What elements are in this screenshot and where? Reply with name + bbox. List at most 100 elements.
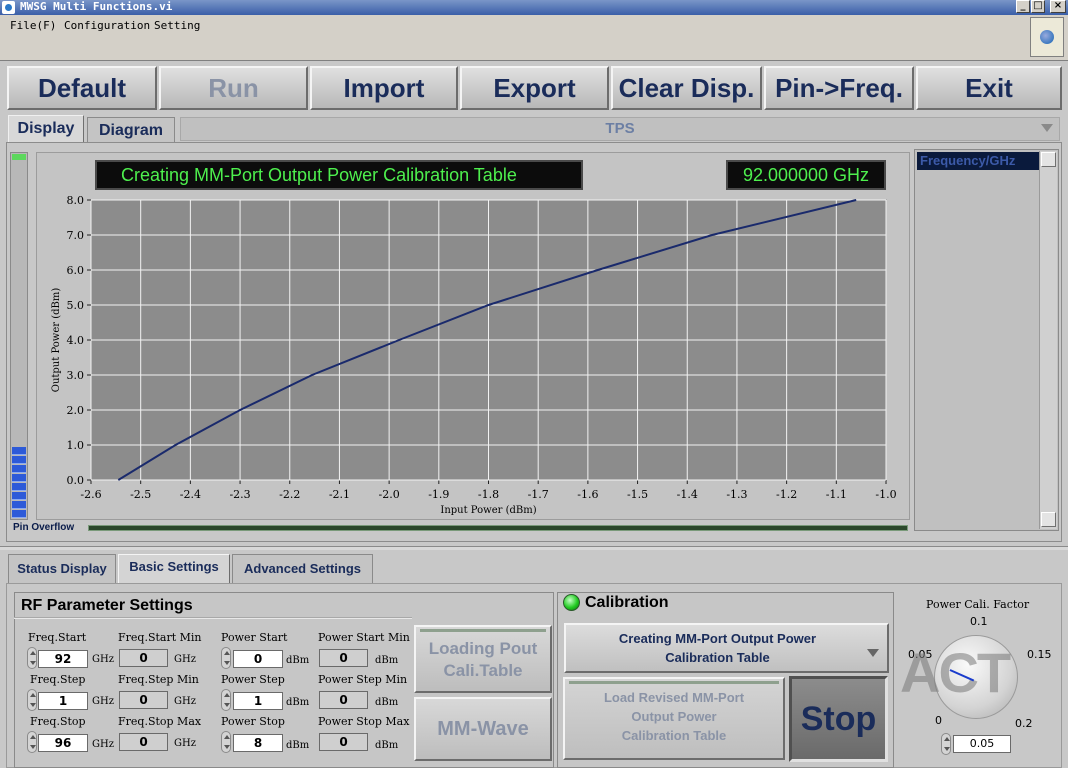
power-step-min-value: 0 [319, 691, 368, 709]
power-start-min-unit: dBm [375, 655, 399, 666]
button-indicator [420, 629, 546, 632]
load-btn-line1: Load Revised MM-Port [603, 690, 745, 705]
freq-start-unit: GHz [92, 654, 114, 665]
y-tick-label: 1.0 [67, 439, 85, 452]
power-step-input[interactable]: 1 [233, 692, 283, 710]
y-axis-label: Output Power (dBm) [51, 288, 62, 393]
freq-step-input[interactable]: 1 [38, 692, 88, 710]
freq-step-stepper[interactable] [27, 689, 37, 711]
tab-status-display[interactable]: Status Display [8, 554, 116, 584]
x-tick-label: -1.4 [677, 488, 698, 501]
tab-basic-settings[interactable]: Basic Settings [118, 554, 230, 584]
load-revised-calibration-button[interactable]: Load Revised MM-Port Output Power Calibr… [563, 677, 785, 760]
scroll-up-button[interactable] [1041, 152, 1056, 167]
power-start-label: Power Start [221, 631, 288, 644]
status-display: Creating MM-Port Output Power Calibratio… [95, 160, 583, 190]
tps-dropdown[interactable]: TPS [180, 117, 1060, 141]
freq-start-min-value: 0 [119, 649, 168, 667]
power-step-label: Power Step [221, 673, 285, 686]
y-tick-label: 8.0 [67, 194, 85, 207]
power-start-input[interactable]: 0 [233, 650, 283, 668]
scroll-down-button[interactable] [1041, 512, 1056, 527]
power-stop-stepper[interactable] [221, 731, 231, 753]
x-tick-label: -2.4 [180, 488, 201, 501]
close-button[interactable]: × [1050, 0, 1066, 13]
meter-indicator [12, 154, 26, 160]
freq-start-stepper[interactable] [27, 647, 37, 669]
power-stop-max-label: Power Stop Max [318, 715, 410, 728]
power-stop-max-value: 0 [319, 733, 368, 751]
tab-diagram[interactable]: Diagram [87, 117, 175, 145]
x-tick-label: -2.3 [229, 488, 250, 501]
freq-start-min-unit: GHz [174, 654, 196, 665]
power-start-min-label: Power Start Min [318, 631, 410, 644]
menu-bar: File(F) Configuration Setting [0, 15, 1068, 61]
power-stop-input[interactable]: 8 [233, 734, 283, 752]
calibration-mode-line2: Calibration Table [665, 650, 770, 665]
clear-display-button[interactable]: Clear Disp. [611, 66, 762, 110]
frequency-display: 92.000000 GHz [726, 160, 886, 190]
meter-segment [12, 492, 26, 500]
x-tick-label: -1.2 [776, 488, 797, 501]
y-tick-label: 3.0 [67, 369, 85, 382]
rf-title-divider [14, 617, 412, 619]
meter-segment [12, 474, 26, 482]
window-title: MWSG Multi Functions.vi [20, 0, 173, 13]
stop-button[interactable]: Stop [789, 676, 888, 762]
splitter[interactable] [0, 546, 1068, 550]
loading-btn-line2: Cali.Table [443, 661, 523, 680]
export-button[interactable]: Export [460, 66, 609, 110]
freq-step-min-unit: GHz [174, 696, 196, 707]
load-btn-line2: Output Power [631, 709, 717, 724]
frequency-list[interactable]: Frequency/GHz [914, 149, 1059, 531]
freq-stop-stepper[interactable] [27, 731, 37, 753]
calibration-mode-line1: Creating MM-Port Output Power [618, 631, 817, 646]
mm-wave-button[interactable]: MM-Wave [414, 697, 552, 761]
menu-file[interactable]: File(F) [10, 19, 56, 32]
x-tick-label: -1.1 [826, 488, 847, 501]
y-tick-label: 4.0 [67, 334, 85, 347]
meter-segment [12, 501, 26, 509]
freq-stop-unit: GHz [92, 739, 114, 750]
freq-start-label: Freq.Start [28, 631, 87, 644]
pin-freq-button[interactable]: Pin->Freq. [764, 66, 914, 110]
freq-stop-max-unit: GHz [174, 738, 196, 749]
minimize-button[interactable]: _ [1016, 0, 1030, 13]
loading-pout-cali-table-button[interactable]: Loading Pout Cali.Table [414, 625, 552, 693]
pin-overflow-label: Pin Overflow [13, 522, 75, 533]
freq-step-unit: GHz [92, 696, 114, 707]
x-tick-label: -2.0 [379, 488, 400, 501]
calibration-mode-dropdown[interactable]: Creating MM-Port Output Power Calibratio… [564, 623, 889, 673]
frequency-list-header: Frequency/GHz [917, 152, 1039, 170]
knob-tick-label: 0 [935, 714, 942, 727]
power-step-stepper[interactable] [221, 689, 231, 711]
tab-display[interactable]: Display [8, 115, 84, 143]
tab-advanced-settings[interactable]: Advanced Settings [232, 554, 373, 584]
menu-configuration[interactable]: Configuration [64, 19, 150, 32]
knob-value-stepper[interactable] [941, 733, 951, 755]
y-tick-label: 7.0 [67, 229, 85, 242]
freq-start-input[interactable]: 92 [38, 650, 88, 668]
exit-button[interactable]: Exit [916, 66, 1062, 110]
meter-segment [12, 483, 26, 491]
pin-overflow-bar [88, 525, 908, 531]
import-button[interactable]: Import [310, 66, 458, 110]
freq-step-min-label: Freq.Step Min [118, 673, 199, 686]
run-button[interactable]: Run [159, 66, 308, 110]
power-start-stepper[interactable] [221, 647, 231, 669]
knob-tick-label: 0.2 [1015, 717, 1033, 730]
button-indicator [569, 681, 779, 684]
loading-btn-line1: Loading Pout [428, 639, 538, 658]
x-tick-label: -2.5 [130, 488, 151, 501]
x-tick-label: -1.9 [428, 488, 449, 501]
default-button[interactable]: Default [7, 66, 157, 110]
list-scrollbar[interactable] [1039, 151, 1057, 529]
power-cali-factor-input[interactable]: 0.05 [953, 735, 1011, 753]
menu-setting[interactable]: Setting [154, 19, 200, 32]
maximize-button[interactable]: □ [1031, 0, 1045, 13]
meter-segment [12, 510, 26, 518]
freq-stop-max-value: 0 [119, 733, 168, 751]
freq-stop-input[interactable]: 96 [38, 734, 88, 752]
meter-segment [12, 447, 26, 455]
x-tick-label: -1.8 [478, 488, 499, 501]
